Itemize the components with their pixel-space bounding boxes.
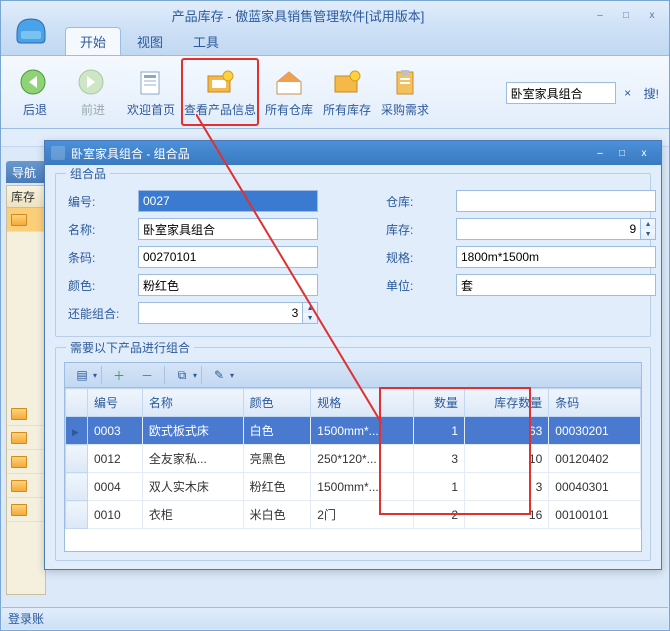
home-icon — [134, 67, 168, 97]
grid-toolbar: ▤▾ ＋ － ⧉▾ ✎▾ — [64, 362, 642, 388]
combo-dialog: 卧室家具组合 - 组合品 – □ x 组合品 编号: 仓库: 名称: 库存: ▲… — [44, 140, 662, 570]
label-unit: 单位: — [386, 277, 448, 294]
label-barcode: 条码: — [68, 249, 130, 266]
main-titlebar: 产品库存 - 傲蓝家具销售管理软件[试用版本] – □ x — [1, 1, 669, 29]
folder-icon — [11, 408, 27, 420]
folder-icon — [11, 480, 27, 492]
parts-group: 需要以下产品进行组合 ▤▾ ＋ － ⧉▾ ✎▾ 编号 名称 颜色 — [55, 347, 651, 561]
name-input[interactable] — [138, 218, 318, 240]
group-legend: 组合品 — [66, 165, 110, 182]
toolbar-delete-icon[interactable]: － — [134, 365, 160, 385]
app-title: 产品库存 - 傲蓝家具销售管理软件[试用版本] — [7, 6, 589, 25]
search-go-button[interactable]: 搜! — [640, 85, 663, 102]
home-button[interactable]: 欢迎首页 — [123, 58, 179, 126]
purchase-req-button[interactable]: 采购需求 — [377, 58, 433, 126]
col-color[interactable]: 颜色 — [243, 389, 311, 417]
label-stock: 库存: — [386, 221, 448, 238]
col-qty[interactable]: 数量 — [413, 389, 464, 417]
parts-grid[interactable]: 编号 名称 颜色 规格 数量 库存数量 条码 ▶0003欧式板式床白色1500m… — [64, 388, 642, 552]
spin-down-icon[interactable]: ▼ — [303, 313, 317, 323]
forward-button[interactable]: 前进 — [65, 58, 121, 126]
col-stock[interactable]: 库存数量 — [465, 389, 549, 417]
back-icon — [18, 67, 52, 97]
nav-item[interactable] — [7, 426, 45, 450]
tab-tools[interactable]: 工具 — [179, 28, 233, 55]
table-row[interactable]: ▶0003欧式板式床白色1500mm*...16300030201 — [66, 417, 641, 445]
ribbon-search: × 搜! — [506, 60, 663, 126]
group-legend: 需要以下产品进行组合 — [66, 339, 194, 356]
label-color: 颜色: — [68, 277, 130, 294]
nav-item[interactable] — [7, 474, 45, 498]
label-name: 名称: — [68, 221, 130, 238]
nav-panel-header: 库存 — [7, 186, 45, 208]
dialog-maximize-button[interactable]: □ — [611, 146, 633, 160]
toolbar-edit-icon[interactable]: ✎ — [206, 365, 232, 385]
col-barcode[interactable]: 条码 — [549, 389, 641, 417]
dialog-icon — [51, 146, 65, 160]
code-input[interactable] — [138, 190, 318, 212]
spin-up-icon[interactable]: ▲ — [641, 219, 655, 229]
spin-down-icon[interactable]: ▼ — [641, 229, 655, 239]
label-code: 编号: — [68, 193, 130, 210]
nav-item[interactable] — [7, 498, 45, 522]
folder-icon — [11, 214, 27, 226]
folder-icon — [11, 504, 27, 516]
all-warehouse-button[interactable]: 所有仓库 — [261, 58, 317, 126]
tab-start[interactable]: 开始 — [65, 27, 121, 55]
back-button[interactable]: 后退 — [7, 58, 63, 126]
status-bar: 登录账 — [2, 607, 668, 629]
spin-up-icon[interactable]: ▲ — [303, 303, 317, 313]
stock-icon — [330, 67, 364, 97]
product-info-button[interactable]: 查看产品信息 — [181, 58, 259, 126]
product-info-icon — [203, 67, 237, 97]
maximize-button[interactable]: □ — [615, 8, 637, 22]
table-row[interactable]: 0004双人实木床粉红色1500mm*...1300040301 — [66, 473, 641, 501]
table-row[interactable]: 0010衣柜米白色2门21600100101 — [66, 501, 641, 529]
close-button[interactable]: x — [641, 8, 663, 22]
table-row[interactable]: 0012全友家私...亮黑色250*120*...31000120402 — [66, 445, 641, 473]
clipboard-icon — [388, 67, 422, 97]
ribbon: 后退 前进 欢迎首页 查看产品信息 所有仓库 所有库存 采购需求 × — [1, 55, 669, 129]
col-spec[interactable]: 规格 — [311, 389, 414, 417]
warehouse-icon — [272, 67, 306, 97]
label-cancombo: 还能组合: — [68, 305, 130, 322]
nav-header: 导航 — [6, 161, 46, 183]
dialog-close-button[interactable]: x — [633, 146, 655, 160]
dialog-title: 卧室家具组合 - 组合品 — [71, 145, 589, 162]
nav-item[interactable] — [7, 450, 45, 474]
spec-input[interactable] — [456, 246, 656, 268]
col-name[interactable]: 名称 — [142, 389, 243, 417]
color-input[interactable] — [138, 274, 318, 296]
barcode-input[interactable] — [138, 246, 318, 268]
nav-panel: 库存 — [6, 185, 46, 595]
stock-input[interactable] — [456, 218, 641, 240]
combo-info-group: 组合品 编号: 仓库: 名称: 库存: ▲▼ 条码: 规格: 颜色: — [55, 173, 651, 337]
cancombo-input[interactable] — [138, 302, 303, 324]
forward-icon — [76, 67, 110, 97]
label-spec: 规格: — [386, 249, 448, 266]
search-input[interactable] — [506, 82, 616, 104]
tabs: 开始 视图 工具 — [1, 29, 669, 55]
app-logo-icon — [9, 5, 53, 49]
label-wh: 仓库: — [386, 193, 448, 210]
nav-item[interactable] — [7, 402, 45, 426]
folder-icon — [11, 432, 27, 444]
dialog-minimize-button[interactable]: – — [589, 146, 611, 160]
folder-icon — [11, 456, 27, 468]
toolbar-select-icon[interactable]: ▤ — [69, 365, 95, 385]
nav-item[interactable] — [7, 208, 45, 232]
toolbar-add-icon[interactable]: ＋ — [106, 365, 132, 385]
warehouse-input[interactable] — [456, 190, 656, 212]
minimize-button[interactable]: – — [589, 8, 611, 22]
tab-view[interactable]: 视图 — [123, 28, 177, 55]
dialog-titlebar: 卧室家具组合 - 组合品 – □ x — [45, 141, 661, 165]
col-code[interactable]: 编号 — [88, 389, 143, 417]
unit-input[interactable] — [456, 274, 656, 296]
clear-search-button[interactable]: × — [620, 86, 636, 100]
toolbar-copy-icon[interactable]: ⧉ — [169, 365, 195, 385]
all-stock-button[interactable]: 所有库存 — [319, 58, 375, 126]
